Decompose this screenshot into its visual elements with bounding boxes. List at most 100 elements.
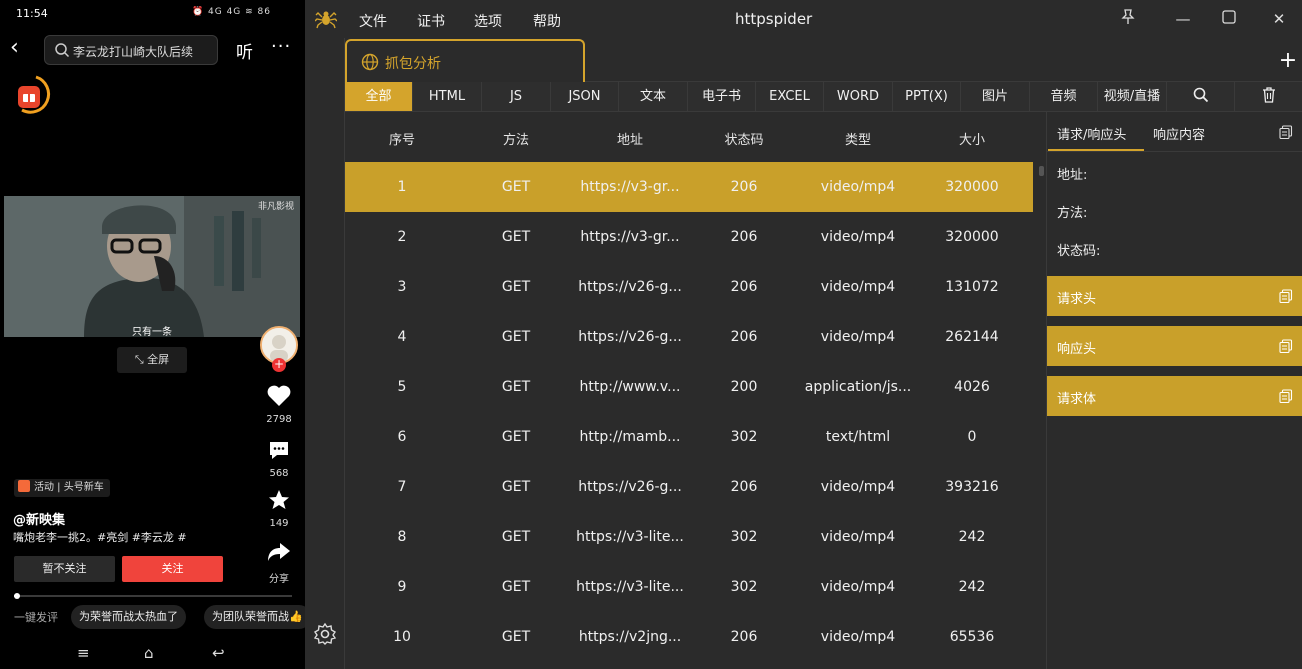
filter-json[interactable]: JSON: [551, 82, 619, 111]
progress-knob[interactable]: [13, 593, 20, 599]
menu-file[interactable]: 文件: [359, 11, 387, 31]
column-header-method[interactable]: 方法: [459, 129, 573, 148]
cell-status: 206: [730, 479, 758, 495]
table-row[interactable]: 2 GET https://v3-gr... 206 video/mp4 320000: [345, 212, 1033, 262]
filter-html[interactable]: HTML: [413, 82, 482, 111]
star-icon: [269, 490, 289, 509]
activity-tag[interactable]: 活动 | 头号新车: [14, 479, 110, 497]
more-icon[interactable]: ···: [271, 36, 291, 57]
cell-status: 206: [730, 629, 758, 645]
section-request-body[interactable]: 请求体: [1047, 376, 1302, 416]
filter-js[interactable]: JS: [482, 82, 551, 111]
table-row[interactable]: 5 GET http://www.v... 200 application/js... 4…: [345, 362, 1033, 412]
tab-headers[interactable]: 请求/响应头: [1057, 124, 1126, 143]
menu-options[interactable]: 选项: [474, 11, 502, 31]
phone-search-box[interactable]: 李云龙打山崎大队后续: [44, 35, 218, 65]
add-tab-icon[interactable]: +: [1278, 48, 1298, 73]
table-scrollbar[interactable]: [1036, 162, 1046, 669]
menu-icon[interactable]: ≡: [77, 644, 90, 662]
table-row[interactable]: 7 GET https://v26-g... 206 video/mp4 393216: [345, 462, 1033, 512]
comment-chip[interactable]: 为荣誉而战太热血了: [71, 605, 186, 629]
cell-url: https://v26-g...: [578, 279, 682, 295]
gear-icon[interactable]: [313, 622, 337, 646]
activity-tag-text: 活动 | 头号新车: [34, 482, 104, 493]
back-icon[interactable]: ‹: [10, 36, 30, 62]
column-header-status[interactable]: 状态码: [687, 129, 801, 148]
section-label: 请求头: [1057, 292, 1097, 307]
filter-all[interactable]: 全部: [345, 82, 413, 111]
copy-icon[interactable]: [1279, 339, 1293, 353]
cell-size: 4026: [954, 379, 990, 395]
table-row[interactable]: 1 GET https://v3-gr... 206 video/mp4 320000: [345, 162, 1033, 212]
listen-button[interactable]: 听: [236, 38, 253, 63]
video-player[interactable]: 非凡影视 只有一条: [4, 196, 300, 337]
comment-icon: [270, 442, 288, 459]
cell-method: GET: [501, 629, 531, 645]
table-row[interactable]: 10 GET https://v2jng... 206 video/mp4 65536: [345, 612, 1033, 662]
follow-button[interactable]: 关注: [122, 556, 223, 582]
home-icon[interactable]: ⌂: [144, 644, 154, 662]
cell-id: 3: [397, 279, 407, 295]
copy-icon[interactable]: [1279, 289, 1293, 303]
left-sidebar: [305, 38, 345, 669]
like-action[interactable]: 2798: [258, 384, 300, 425]
filter-text[interactable]: 文本: [619, 82, 688, 111]
video-progress-bar[interactable]: [13, 593, 292, 599]
filter-image[interactable]: 图片: [961, 82, 1030, 111]
app-title: httpspider: [735, 10, 813, 28]
section-label: 请求体: [1057, 392, 1097, 407]
table-row[interactable]: 9 GET https://v3-lite... 302 video/mp4 242: [345, 562, 1033, 612]
cell-size: 65536: [949, 629, 995, 645]
section-request-headers[interactable]: 请求头: [1047, 276, 1302, 316]
favorite-action[interactable]: 149: [258, 488, 300, 529]
menu-certificate[interactable]: 证书: [417, 11, 445, 31]
cell-id: 4: [397, 329, 407, 345]
close-icon[interactable]: ✕: [1269, 9, 1289, 29]
table-row[interactable]: 4 GET https://v26-g... 206 video/mp4 262144: [345, 312, 1033, 362]
filter-word[interactable]: WORD: [824, 82, 893, 111]
cell-method: GET: [501, 329, 531, 345]
cell-method: GET: [501, 179, 531, 195]
filter-excel[interactable]: EXCEL: [756, 82, 824, 111]
column-header-size[interactable]: 大小: [915, 129, 1029, 148]
table-row[interactable]: 6 GET http://mamb... 302 text/html 0: [345, 412, 1033, 462]
fullscreen-button[interactable]: ⤡ 全屏: [117, 347, 187, 373]
menu-help[interactable]: 帮助: [533, 11, 561, 31]
tab-response-content[interactable]: 响应内容: [1153, 124, 1205, 143]
cell-type: video/mp4: [820, 629, 896, 645]
gift-icon[interactable]: [14, 74, 52, 116]
column-header-id[interactable]: 序号: [345, 129, 459, 148]
search-icon[interactable]: [1167, 82, 1235, 111]
maximize-icon[interactable]: [1219, 9, 1239, 29]
share-action[interactable]: 分享: [258, 540, 300, 585]
return-icon[interactable]: ↩: [212, 644, 225, 662]
cell-type: application/js...: [804, 379, 912, 395]
filter-video-live[interactable]: 视频/直播: [1098, 82, 1167, 111]
filter-ebook[interactable]: 电子书: [688, 82, 756, 111]
cell-status: 206: [730, 329, 758, 345]
pin-icon[interactable]: [1118, 9, 1138, 29]
copy-icon[interactable]: [1279, 125, 1293, 139]
filter-ppt[interactable]: PPT(X): [893, 82, 961, 111]
cell-type: video/mp4: [820, 529, 896, 545]
comment-count: 568: [269, 468, 289, 479]
cell-status: 206: [730, 179, 758, 195]
scrollbar-thumb[interactable]: [1039, 166, 1044, 176]
author-name[interactable]: @新映集: [13, 509, 65, 528]
column-header-url[interactable]: 地址: [573, 129, 687, 148]
tab-capture-analysis[interactable]: 抓包分析: [345, 39, 585, 82]
follow-plus-icon[interactable]: +: [272, 358, 286, 372]
minimize-icon[interactable]: —: [1173, 9, 1193, 29]
copy-icon[interactable]: [1279, 389, 1293, 403]
not-follow-button[interactable]: 暂不关注: [14, 556, 115, 582]
table-row[interactable]: 3 GET https://v26-g... 206 video/mp4 131072: [345, 262, 1033, 312]
table-row[interactable]: 8 GET https://v3-lite... 302 video/mp4 242: [345, 512, 1033, 562]
cell-type: video/mp4: [820, 579, 896, 595]
filter-audio[interactable]: 音频: [1030, 82, 1098, 111]
column-header-type[interactable]: 类型: [801, 129, 915, 148]
comment-chip[interactable]: 为团队荣誉而战👍: [204, 605, 311, 629]
section-response-headers[interactable]: 响应头: [1047, 326, 1302, 366]
comment-action[interactable]: 568: [258, 438, 300, 479]
video-description: 嘴炮老李一挑2。#亮剑 #李云龙 #: [13, 531, 187, 544]
trash-icon[interactable]: [1235, 82, 1302, 111]
